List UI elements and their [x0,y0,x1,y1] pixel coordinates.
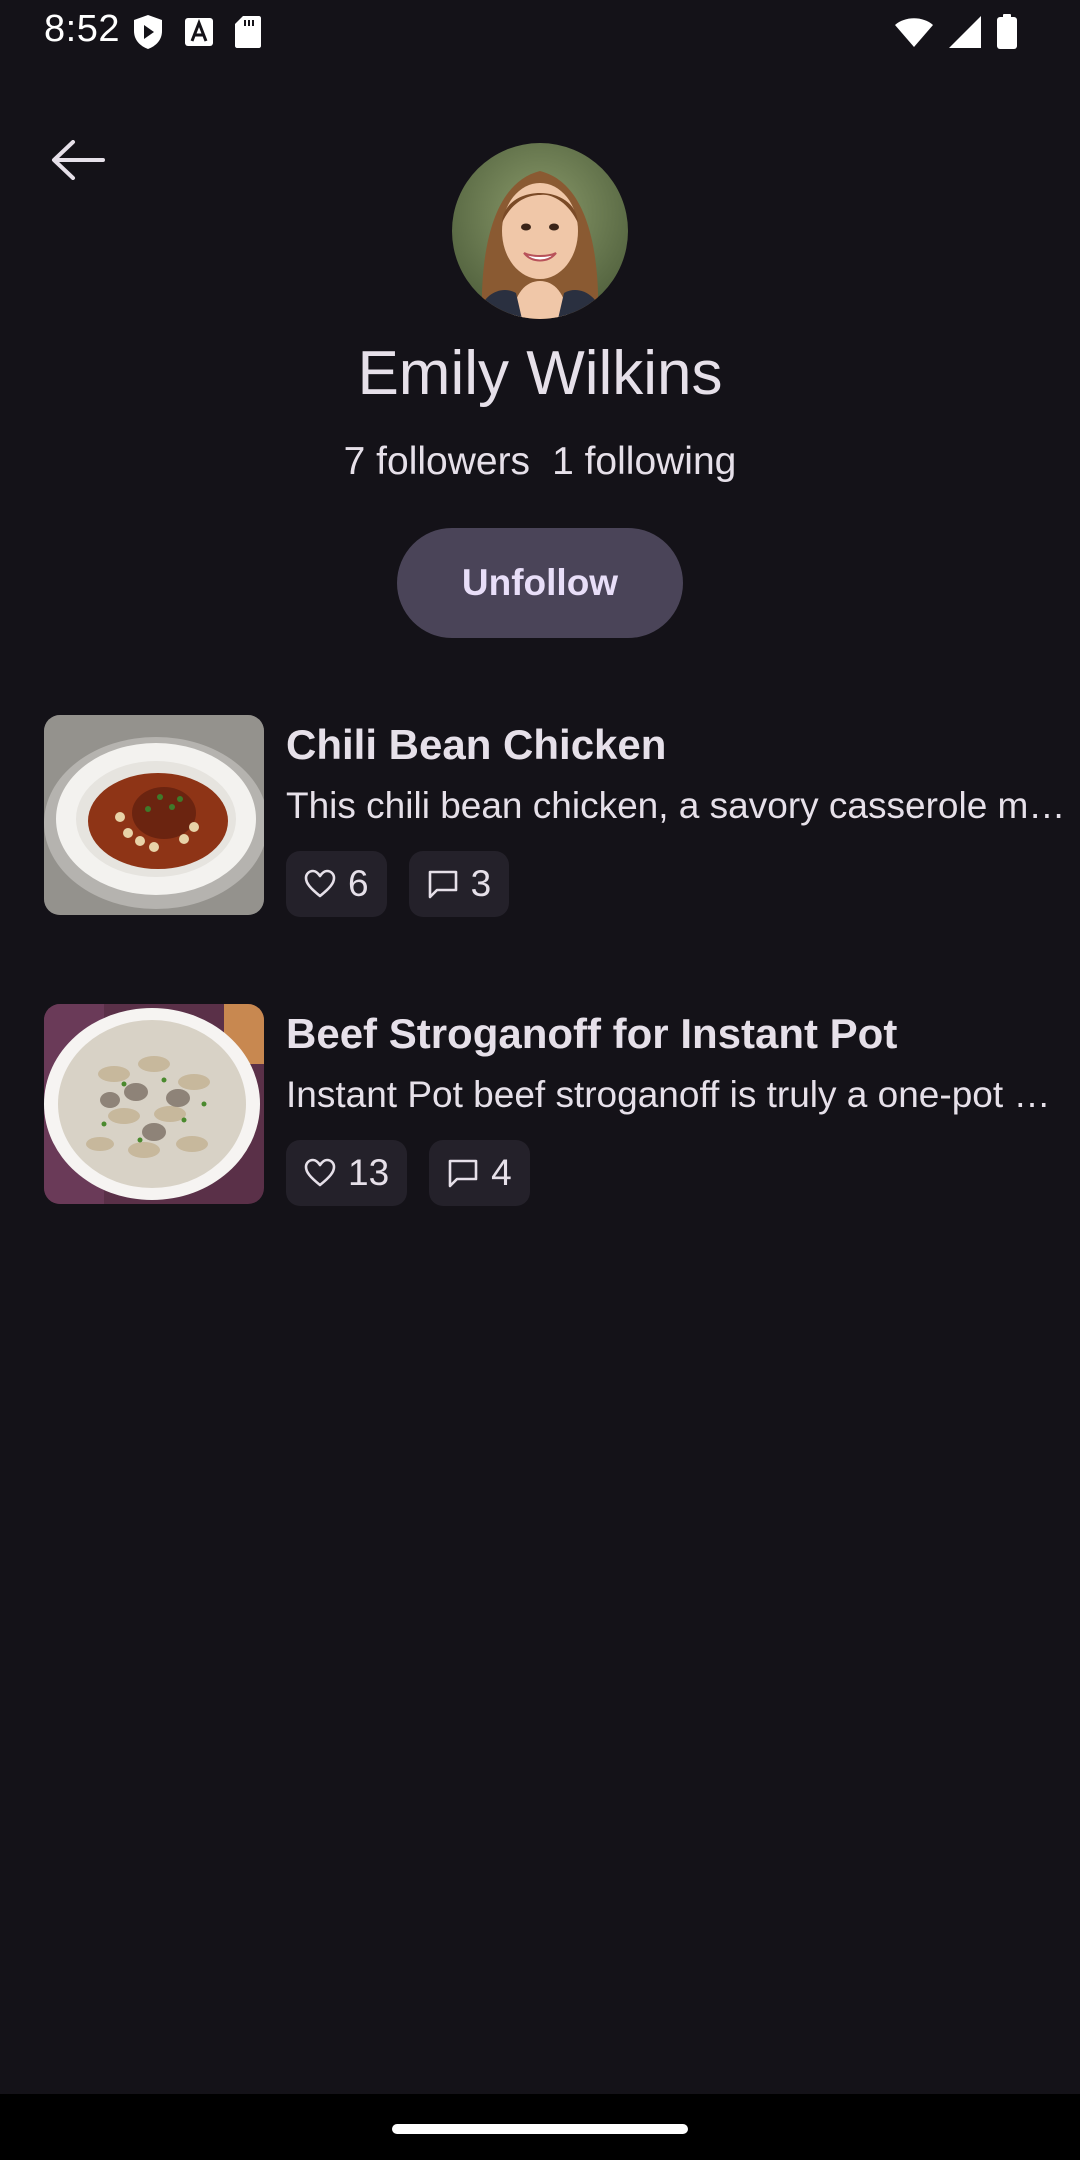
arrow-left-icon [51,139,105,185]
status-left-icons [132,14,262,50]
recipe-title: Beef Stroganoff for Instant Pot [286,1010,898,1057]
wifi-icon [894,16,934,48]
recipe-description: Instant Pot beef stroganoff is truly a o… [286,1074,1078,1115]
comment-icon [427,869,459,899]
font-a-icon [184,17,214,47]
signal-icon [948,15,982,49]
recipe-image [44,1004,264,1204]
comments-count: 3 [470,863,492,904]
avatar [452,143,628,319]
recipe-stats: 6 3 [286,851,510,917]
recipe-description: This chili bean chicken, a savory casser… [286,785,1078,826]
like-button[interactable]: 6 [286,851,387,917]
followers-count[interactable]: 7 followers [344,440,530,483]
comment-icon [447,1158,479,1188]
recipe-card[interactable]: Beef Stroganoff for Instant Pot Instant … [44,1004,1078,1206]
sd-card-icon [234,15,262,49]
follow-stats: 7 followers 1 following [0,440,1080,484]
battery-icon [996,14,1018,50]
shield-play-icon [132,14,164,50]
status-right-icons [894,14,1018,50]
likes-count: 13 [348,1152,390,1193]
home-indicator[interactable] [392,2124,688,2134]
comment-button[interactable]: 3 [408,851,510,917]
status-bar: 8:52 [0,0,1080,64]
comments-count: 4 [491,1152,512,1193]
navigation-bar [0,2094,1080,2160]
like-button[interactable]: 13 [286,1140,408,1206]
heart-icon [304,869,336,899]
unfollow-button[interactable]: Unfollow [397,528,683,638]
status-time: 8:52 [44,8,120,50]
back-button[interactable] [46,130,110,194]
recipe-title: Chili Bean Chicken [286,721,667,768]
profile-name: Emily Wilkins [357,339,723,408]
recipe-card[interactable]: Chili Bean Chicken This chili bean chick… [44,715,1078,917]
recipe-stats: 13 4 [286,1140,530,1206]
comment-button[interactable]: 4 [429,1140,530,1206]
likes-count: 6 [348,863,369,904]
recipe-image [44,715,264,915]
heart-icon [304,1158,336,1188]
following-count[interactable]: 1 following [552,440,736,483]
